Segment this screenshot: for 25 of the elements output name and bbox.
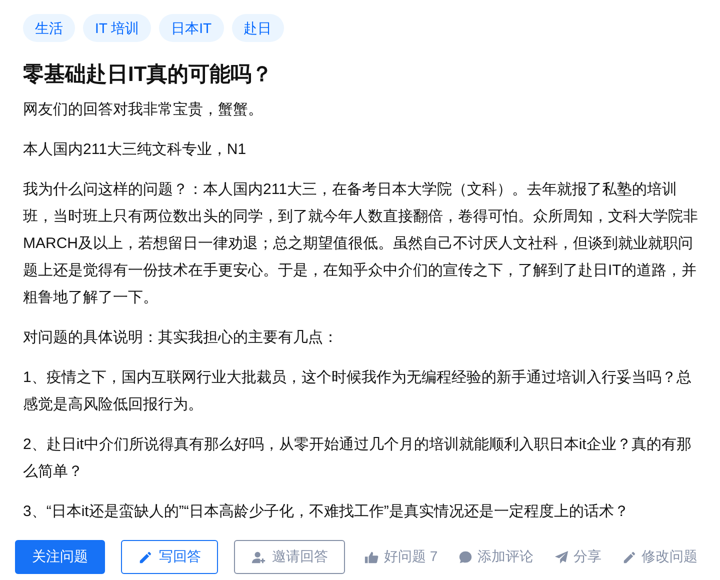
topic-tag[interactable]: IT 培训	[83, 14, 152, 42]
thumbs-up-icon	[364, 550, 379, 564]
question-paragraph: 对问题的具体说明：其实我担心的主要有几点：	[23, 328, 339, 348]
pencil-icon	[138, 550, 153, 564]
question-title: 零基础赴日IT真的可能吗？	[23, 62, 274, 88]
question-paragraph: 本人国内211大三纯文科专业，N1	[23, 140, 248, 160]
action-link[interactable]: 添加评论	[456, 540, 535, 574]
action-button[interactable]: 邀请回答	[234, 540, 345, 574]
person-plus-icon	[251, 550, 266, 564]
topic-tag[interactable]: 生活	[23, 14, 75, 42]
question-paragraph: 我为什么问这样的问题？：本人国内211大三，在备考日本大学院（文科）。去年就报了私塾的培训班，当时班上只有两位数出头的同学，到了就今年人数直接翻倍，卷得可怕。众所周知，文科大学院非MARCH及以上，若想留日一律劝退；总之期望值很低。虽然自己不讨厌人文社科，但谈到就业就职问题上还是觉得有一份技术在手更安心。于是，在知乎众中介们的宣传之下，了解到了赴日IT的道路，并粗鲁地了解了一下。	[23, 180, 698, 308]
action-link[interactable]: 好问题 7	[363, 540, 439, 574]
action-button[interactable]: 写回答	[121, 540, 218, 574]
question-paragraph: 2、赴日it中介们所说得真有那么好吗，从零开始通过几个月的培训就能顺利入职日本it企业？真的有那么简单？	[23, 435, 692, 482]
action-link[interactable]: 分享	[552, 540, 603, 574]
topic-tag[interactable]: 日本IT	[159, 14, 224, 42]
speech-bubble-icon	[458, 550, 473, 564]
action-button[interactable]: 关注问题	[15, 540, 105, 574]
topic-tag[interactable]: 赴日	[232, 14, 284, 42]
paper-plane-icon	[554, 550, 569, 564]
question-paragraph: 3、“日本it还是蛮缺人的”“日本高龄少子化，不难找工作”是真实情况还是一定程度上的话术？	[23, 502, 630, 522]
question-paragraph: 网友们的回答对我非常宝贵，蟹蟹。	[23, 100, 264, 120]
action-link[interactable]: 修改问题	[620, 540, 699, 574]
pencil-icon	[622, 550, 637, 564]
question-paragraph: 1、疫情之下，国内互联网行业大批裁员，这个时候我作为无编程经验的新手通过培训入行妥当吗？总感觉是高风险低回报行为。	[23, 368, 692, 415]
